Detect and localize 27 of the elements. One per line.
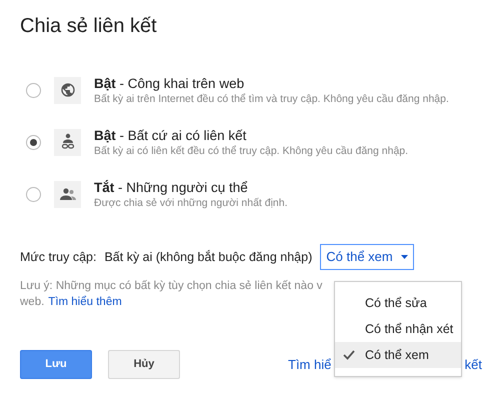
menu-item[interactable]: Có thể xem [335,342,461,368]
caret-icon [400,255,408,259]
radio-button[interactable] [26,134,41,150]
option-title: Bật - Bất cứ ai có liên kết [94,126,248,144]
access-value: Bất kỳ ai (không bắt buộc đăng nhập) [104,248,312,266]
globe-icon [60,82,76,98]
access-label: Mức truy cập: [20,248,96,266]
menu-item[interactable]: Có thể nhận xét [335,316,461,342]
menu-item[interactable]: Có thể sửa [335,290,461,316]
people-icon [60,187,76,201]
person-link-icon [60,133,74,151]
option-description: Được chia sẻ với những người nhất định. [94,196,288,210]
option-description: Bất kỳ ai trên Internet đều có thể tìm và truy cập. Không yêu cầu đăng nhập. [94,92,449,106]
dialog-title: Chia sẻ liên kết [20,14,158,39]
note-text: Lưu ý: Những mục có bất kỳ tùy chọn chia sẻ liên kết nào v [20,279,324,294]
learn-more-link[interactable]: Tìm hiểu thêm [48,294,122,310]
permission-dropdown[interactable]: Có thể xem [320,244,414,270]
help-link[interactable]: Tìm hiể [288,354,332,374]
cancel-button[interactable]: Hủy [108,350,180,379]
radio-button[interactable] [26,186,41,202]
radio-button[interactable] [26,82,41,98]
checkmark-icon [343,350,355,360]
option-title: Bật - Công khai trên web [94,74,246,92]
help-link[interactable]: kết [464,354,482,374]
note-text: web. [20,295,44,310]
option-description: Bất kỳ ai có liên kết đều có thể truy cập. Không yêu cầu đăng nhập. [94,144,408,158]
option-title: Tắt - Những người cụ thể [94,178,249,196]
